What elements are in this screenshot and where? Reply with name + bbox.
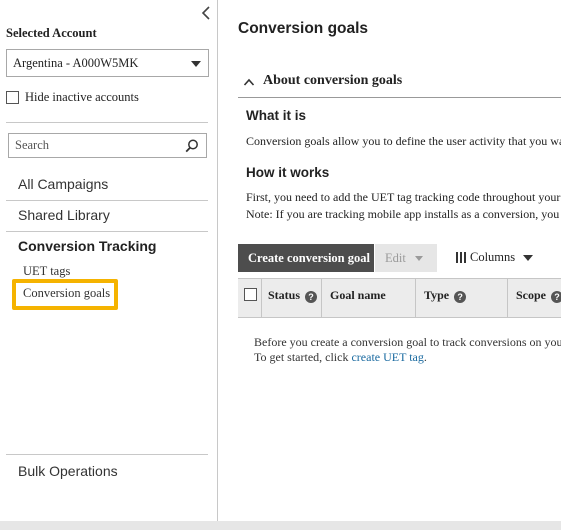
bottom-scroll-strip (0, 521, 561, 530)
search-input[interactable] (9, 134, 179, 157)
column-header-status-label: Status (268, 288, 301, 302)
help-icon[interactable]: ? (551, 291, 561, 303)
select-all-cell (238, 279, 262, 317)
what-it-is-text: Conversion goals allow you to define the… (246, 134, 561, 148)
divider (6, 231, 208, 232)
empty-state-cta: To get started, click create UET tag. (254, 350, 427, 365)
about-section-toggle[interactable]: About conversion goals (238, 68, 561, 98)
empty-state-cta-prefix: To get started, click (254, 350, 352, 364)
edit-button-label: Edit (385, 251, 406, 265)
edit-button[interactable]: Edit (375, 244, 437, 272)
what-it-is-heading: What it is (246, 108, 306, 123)
create-conversion-goal-button[interactable]: Create conversion goal (238, 244, 374, 272)
select-all-checkbox[interactable] (244, 288, 257, 301)
create-uet-tag-link[interactable]: create UET tag (351, 350, 423, 364)
divider (6, 200, 208, 201)
chevron-down-icon (191, 61, 201, 67)
sidebar: Selected Account Argentina - A000W5MK Hi… (0, 0, 218, 521)
account-select[interactable]: Argentina - A000W5MK (6, 49, 209, 77)
empty-state-cta-suffix: . (423, 350, 427, 364)
column-header-goal-name-label: Goal name (330, 288, 386, 302)
column-header-scope[interactable]: Scope? (508, 279, 561, 317)
how-it-works-text: First, you need to add the UET tag track… (246, 190, 561, 204)
divider (6, 122, 208, 123)
help-icon[interactable]: ? (454, 291, 467, 303)
nav-all-campaigns[interactable]: All Campaigns (18, 176, 108, 192)
how-it-works-heading: How it works (246, 165, 330, 180)
columns-icon (456, 252, 466, 263)
column-header-type[interactable]: Type? (416, 279, 508, 317)
columns-button-label: Columns (470, 250, 516, 264)
hide-inactive-toggle[interactable]: Hide inactive accounts (6, 90, 139, 105)
chevron-down-icon (415, 256, 423, 261)
main-content: Conversion goals About conversion goals … (219, 0, 561, 521)
column-header-type-label: Type (424, 288, 450, 302)
nav-shared-library[interactable]: Shared Library (18, 207, 110, 223)
search-box[interactable] (8, 133, 207, 158)
nav-bulk-operations[interactable]: Bulk Operations (18, 463, 118, 479)
chevron-down-icon (523, 254, 534, 261)
page-title: Conversion goals (238, 20, 369, 37)
hide-inactive-checkbox[interactable] (6, 91, 19, 104)
chevron-up-icon (243, 74, 255, 86)
highlight-box (12, 279, 118, 310)
divider (6, 454, 208, 455)
column-header-goal-name[interactable]: Goal name (322, 279, 416, 317)
help-icon[interactable]: ? (305, 291, 318, 303)
grid-header: Status? Goal name Type? Scope? (238, 278, 561, 318)
account-select-value: Argentina - A000W5MK (13, 56, 139, 70)
how-it-works-note: Note: If you are tracking mobile app ins… (246, 207, 560, 221)
hide-inactive-label: Hide inactive accounts (25, 90, 139, 104)
collapse-sidebar-icon[interactable] (200, 5, 212, 21)
nav-uet-tags[interactable]: UET tags (23, 264, 70, 279)
column-header-status[interactable]: Status? (262, 279, 322, 317)
about-section-title: About conversion goals (263, 73, 403, 88)
column-header-scope-label: Scope (516, 288, 546, 302)
search-icon[interactable] (185, 139, 199, 153)
columns-button[interactable]: Columns (456, 250, 534, 265)
nav-conversion-tracking[interactable]: Conversion Tracking (18, 238, 156, 254)
account-label: Selected Account (6, 26, 97, 40)
empty-state-text: Before you create a conversion goal to t… (254, 335, 561, 349)
